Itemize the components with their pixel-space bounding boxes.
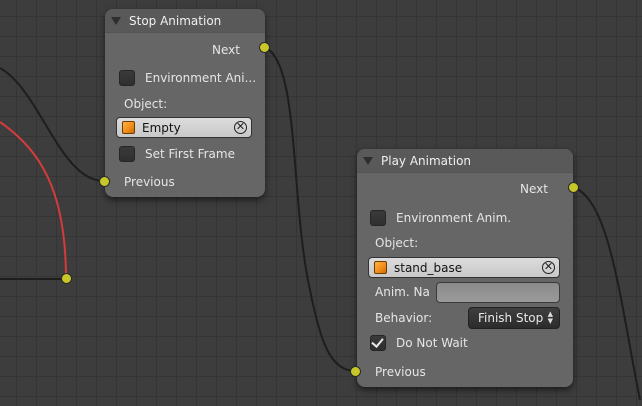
stop-animation-node[interactable]: Stop Animation Next Environment Ani... O… [105, 9, 265, 197]
object-label: Object: [124, 97, 168, 111]
set-first-frame-label: Set First Frame [145, 147, 235, 161]
offscreen-node-output-socket[interactable] [61, 273, 72, 284]
stop-animation-header[interactable]: Stop Animation [105, 9, 265, 33]
object-value: stand_base [394, 260, 463, 275]
behavior-dropdown[interactable]: Finish Stop ▲ ▼ [468, 307, 560, 329]
cube-icon [374, 261, 387, 274]
stop-next-output-socket[interactable] [259, 42, 270, 53]
previous-input-label: Previous [124, 175, 175, 189]
previous-input-label: Previous [375, 365, 426, 379]
triangle-down-icon[interactable] [111, 16, 121, 25]
node-link-stop-to-play [263, 46, 356, 372]
triangle-down-icon[interactable] [363, 156, 373, 165]
next-output-label: Next [520, 182, 548, 196]
updown-arrows-icon: ▲ ▼ [547, 310, 553, 325]
environment-checkbox-row[interactable]: Environment Ani... [105, 68, 265, 88]
cube-icon [122, 121, 135, 134]
node-title: Stop Animation [129, 13, 222, 28]
next-output-label: Next [212, 43, 240, 57]
node-link-play-next-out [572, 186, 641, 401]
anim-name-input[interactable] [436, 282, 560, 303]
play-previous-input-socket[interactable] [350, 366, 361, 377]
play-next-output-socket[interactable] [568, 182, 579, 193]
behavior-label: Behavior: [375, 311, 433, 325]
environment-checkbox-row[interactable]: Environment Anim. [357, 208, 573, 228]
environment-checkbox-label: Environment Ani... [145, 71, 257, 85]
node-link-red [0, 121, 67, 280]
object-field[interactable]: Empty ✕ [116, 117, 252, 138]
object-field[interactable]: stand_base ✕ [368, 257, 560, 278]
play-animation-node[interactable]: Play Animation Next Environment Anim. Ob… [357, 149, 573, 387]
play-animation-header[interactable]: Play Animation [357, 149, 573, 173]
do-not-wait-row[interactable]: Do Not Wait [357, 333, 573, 353]
object-label: Object: [375, 236, 419, 250]
do-not-wait-label: Do Not Wait [396, 336, 468, 350]
x-icon[interactable]: ✕ [542, 261, 555, 274]
environment-checkbox-label: Environment Anim. [396, 211, 512, 225]
behavior-value: Finish Stop [478, 311, 544, 325]
anim-name-label: Anim. Na [375, 285, 430, 299]
environment-checkbox[interactable] [370, 210, 386, 226]
stop-previous-input-socket[interactable] [99, 176, 110, 187]
checkmark-icon [371, 335, 384, 348]
do-not-wait-checkbox[interactable] [370, 335, 386, 351]
x-icon[interactable]: ✕ [234, 121, 247, 134]
node-title: Play Animation [381, 153, 472, 168]
set-first-frame-row[interactable]: Set First Frame [105, 144, 265, 164]
object-value: Empty [142, 120, 181, 135]
environment-checkbox[interactable] [119, 70, 135, 86]
node-link-to-stop-previous [0, 67, 105, 182]
set-first-frame-checkbox[interactable] [119, 146, 135, 162]
